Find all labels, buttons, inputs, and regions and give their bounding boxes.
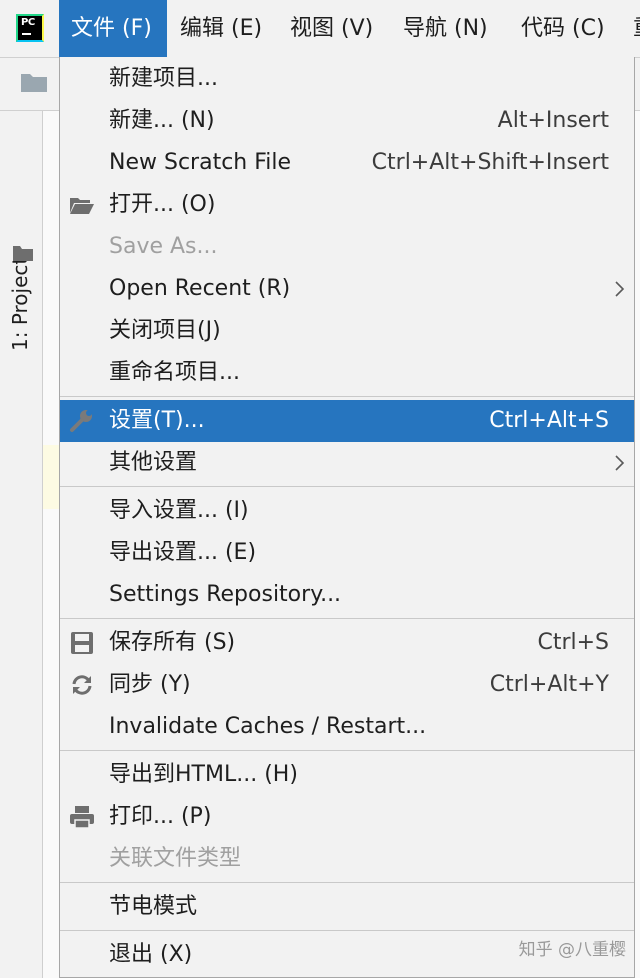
menu-item-label: 新建项目... <box>109 66 218 91</box>
menu-bar: PC 文件 (F) 编辑 (E) 视图 (V) 导航 (N) 代码 (C) 重 <box>0 0 640 58</box>
menu-code[interactable]: 代码 (C) <box>521 0 605 57</box>
menu-item-label: Settings Repository... <box>109 582 342 607</box>
shortcut-label: Alt+Insert <box>497 108 609 133</box>
menu-item-label: 保存所有 (S) <box>109 630 236 655</box>
shortcut-label: Ctrl+S <box>537 630 609 655</box>
wrench-icon <box>70 410 92 432</box>
menu-item-power-save-mode[interactable]: 节电模式 <box>60 886 634 928</box>
shortcut-label: Ctrl+Alt+Shift+Insert <box>371 150 609 175</box>
menu-item-label: 其他设置 <box>109 450 198 475</box>
project-folder-icon <box>13 246 33 261</box>
menu-item-open-recent[interactable]: Open Recent (R) <box>60 268 634 310</box>
file-menu-dropdown: 新建项目... 新建... (N) Alt+Insert New Scratch… <box>59 57 635 978</box>
project-tool-tab[interactable]: 1: Project <box>8 257 32 351</box>
menu-separator <box>60 882 634 883</box>
folder-icon <box>21 74 47 92</box>
menu-item-label: 导出设置... (E) <box>109 540 257 565</box>
chevron-right-icon <box>615 455 625 471</box>
menu-edit[interactable]: 编辑 (E) <box>180 0 262 57</box>
shortcut-label: Ctrl+Alt+S <box>489 408 609 433</box>
menu-item-settings[interactable]: 设置(T)... Ctrl+Alt+S <box>60 400 634 442</box>
menu-item-save-as[interactable]: Save As... <box>60 226 634 268</box>
menu-item-label: Save As... <box>109 234 218 259</box>
menu-item-close-project[interactable]: 关闭项目(J) <box>60 310 634 352</box>
menu-item-rename-project[interactable]: 重命名项目... <box>60 352 634 394</box>
menu-item-export-html[interactable]: 导出到HTML... (H) <box>60 754 634 796</box>
menu-item-export-settings[interactable]: 导出设置... (E) <box>60 532 634 574</box>
menu-item-associate-file-types[interactable]: 关联文件类型 <box>60 838 634 880</box>
menu-item-import-settings[interactable]: 导入设置... (I) <box>60 490 634 532</box>
menu-item-label: 导出到HTML... (H) <box>109 762 298 787</box>
menu-item-label: 关联文件类型 <box>109 846 242 871</box>
menu-item-label: 重命名项目... <box>109 360 240 385</box>
menu-item-label: New Scratch File <box>109 150 292 175</box>
logo-text: PC <box>21 17 35 28</box>
menu-item-other-settings[interactable]: 其他设置 <box>60 442 634 484</box>
sync-icon <box>72 675 92 695</box>
menu-item-new-project[interactable]: 新建项目... <box>60 58 634 100</box>
menu-item-label: 同步 (Y) <box>109 672 191 697</box>
menu-item-label: Open Recent (R) <box>109 276 291 301</box>
menu-navigate[interactable]: 导航 (N) <box>403 0 488 57</box>
menu-item-print[interactable]: 打印... (P) <box>60 796 634 838</box>
folder-open-icon <box>70 198 94 214</box>
menu-item-open[interactable]: 打开... (O) <box>60 184 634 226</box>
menu-refactor[interactable]: 重 <box>633 0 640 57</box>
menu-item-label: Invalidate Caches / Restart... <box>109 714 427 739</box>
menu-item-label: 打印... (P) <box>109 804 212 829</box>
menu-item-settings-repository[interactable]: Settings Repository... <box>60 574 634 616</box>
tool-window-strip: 1: Project <box>0 111 43 978</box>
menu-separator <box>60 618 634 619</box>
pycharm-logo-icon: PC <box>16 14 44 42</box>
menu-item-new-scratch-file[interactable]: New Scratch File Ctrl+Alt+Shift+Insert <box>60 142 634 184</box>
printer-icon <box>70 806 94 829</box>
menu-item-label: 退出 (X) <box>109 942 193 967</box>
menu-item-label: 新建... (N) <box>109 108 215 133</box>
menu-item-label: 导入设置... (I) <box>109 498 249 523</box>
menu-separator <box>60 750 634 751</box>
menu-item-label: 设置(T)... <box>109 408 205 433</box>
menu-file[interactable]: 文件 (F) <box>59 0 167 57</box>
chevron-right-icon <box>615 281 625 297</box>
menu-view[interactable]: 视图 (V) <box>290 0 373 57</box>
menu-item-label: 关闭项目(J) <box>109 318 221 343</box>
menu-item-label: 打开... (O) <box>109 192 216 217</box>
menu-item-invalidate-caches[interactable]: Invalidate Caches / Restart... <box>60 706 634 748</box>
menu-item-label: 节电模式 <box>109 894 198 919</box>
shortcut-label: Ctrl+Alt+Y <box>489 672 609 697</box>
watermark: 知乎 @八重樱 <box>518 940 626 960</box>
menu-item-new[interactable]: 新建... (N) Alt+Insert <box>60 100 634 142</box>
menu-separator <box>60 486 634 487</box>
menu-item-synchronize[interactable]: 同步 (Y) Ctrl+Alt+Y <box>60 664 634 706</box>
save-icon <box>71 632 93 654</box>
menu-separator <box>60 396 634 397</box>
menu-separator <box>60 930 634 931</box>
menu-item-save-all[interactable]: 保存所有 (S) Ctrl+S <box>60 622 634 664</box>
